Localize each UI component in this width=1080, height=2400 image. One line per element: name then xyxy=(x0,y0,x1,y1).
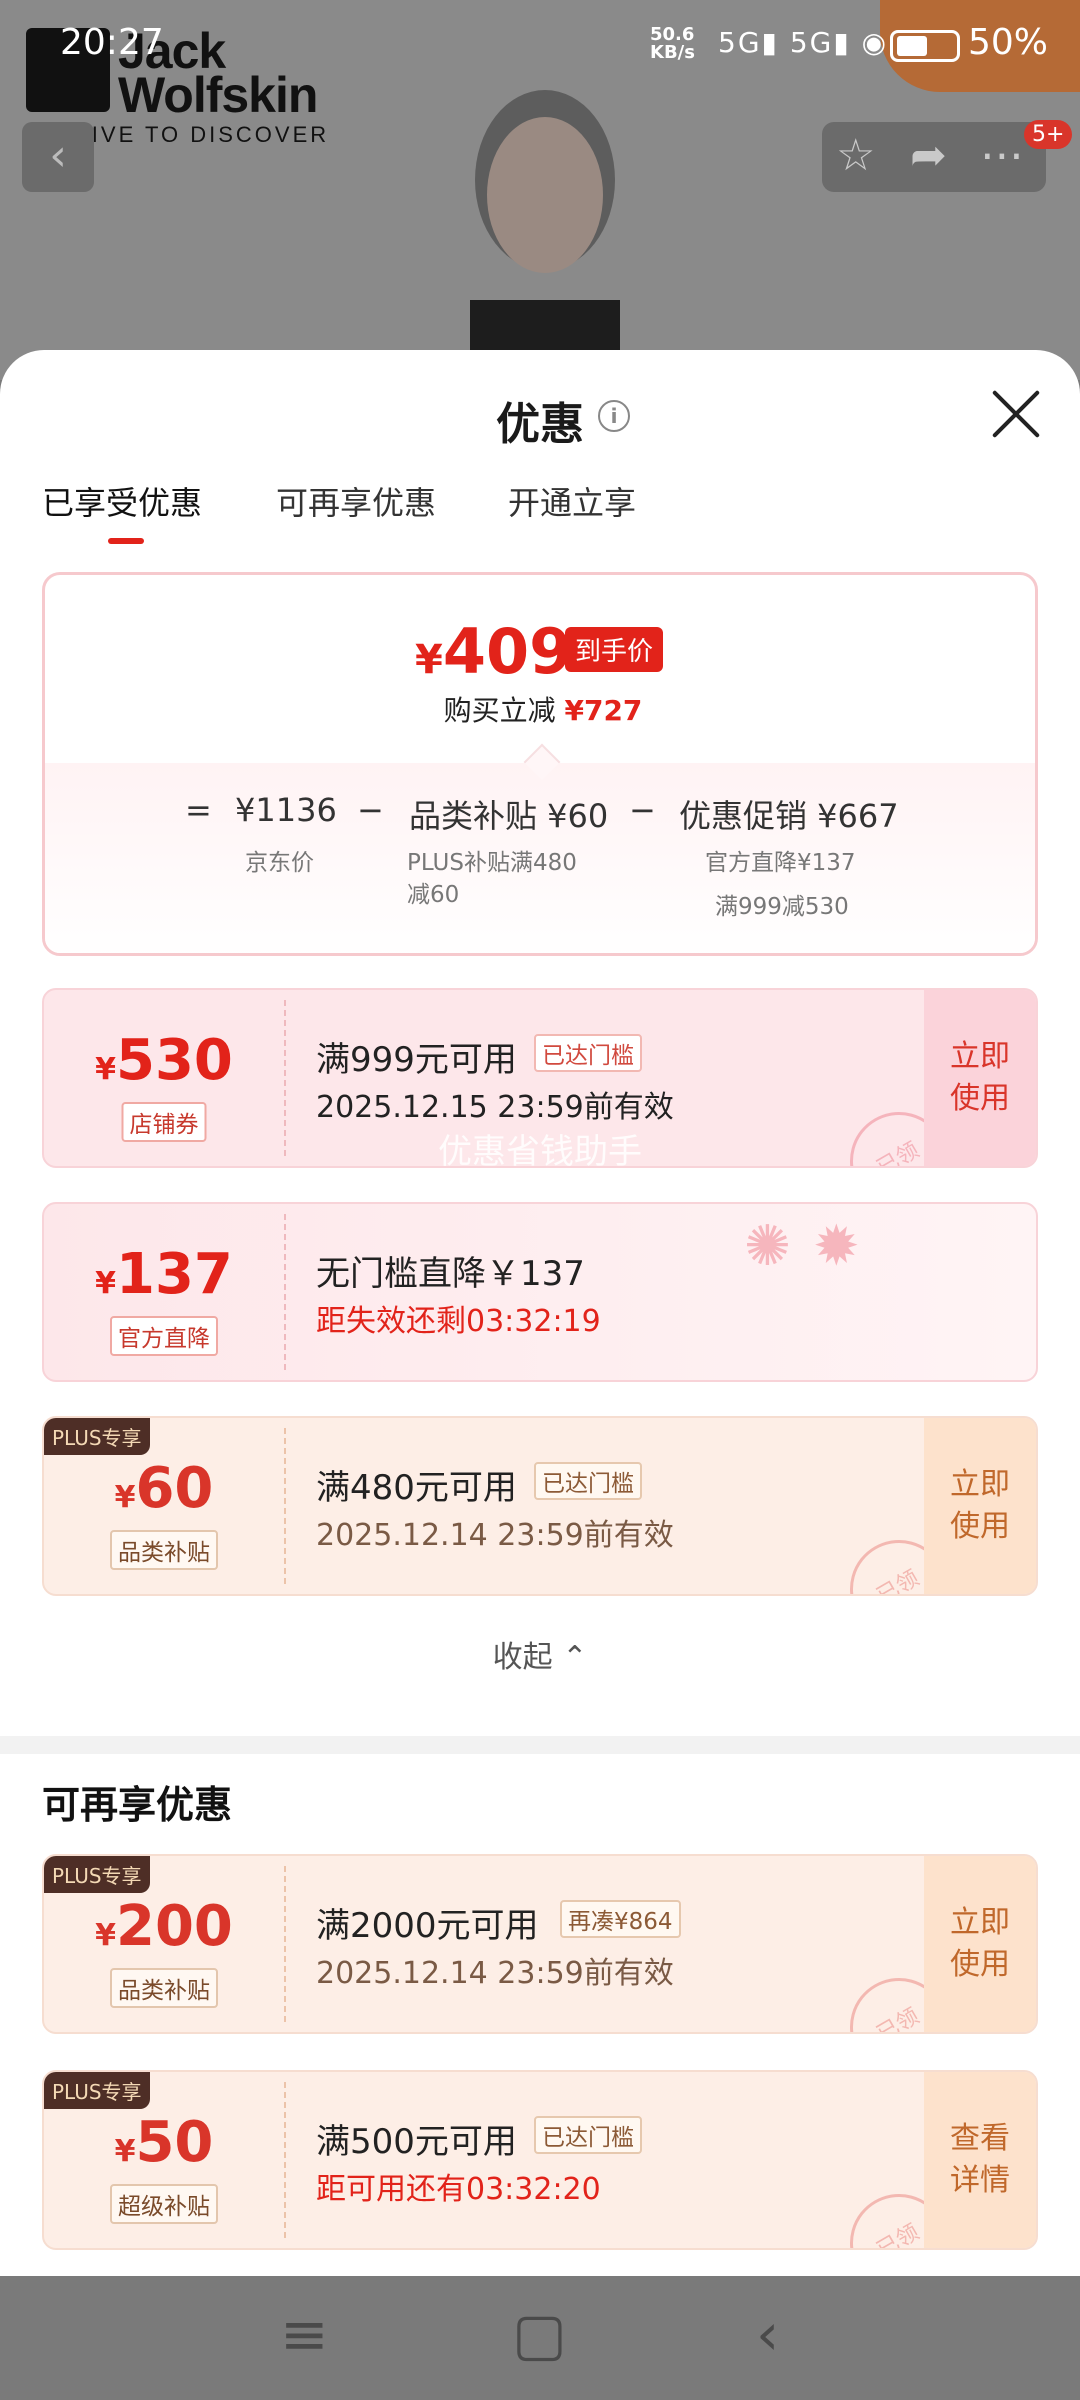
coupon-card: ¥200 品类补贴 PLUS专享 满2000元可用 再凑¥864 2025.12… xyxy=(42,1854,1038,2034)
coupon-title: 满2000元可用 xyxy=(316,1906,539,1946)
tab-enjoyed[interactable]: 已享受优惠 xyxy=(42,478,202,524)
plus-exclusive-tag: PLUS专享 xyxy=(44,1856,150,1893)
tab-more-discounts[interactable]: 可再享优惠 xyxy=(276,478,436,524)
coupon-type: 品类补贴 xyxy=(110,1968,218,2008)
label-category: PLUS补贴满480 减60 xyxy=(407,850,577,908)
label-promo-2: 满999减530 xyxy=(715,894,849,920)
chevron-left-icon: ‹ xyxy=(49,130,67,181)
tab-bar: 已享受优惠 可再享优惠 开通立享 xyxy=(0,478,1080,548)
coupon-title: 满480元可用 xyxy=(316,1468,517,1508)
back-icon[interactable]: ‹ xyxy=(756,2300,779,2368)
formula-promo: 优惠促销 ¥667 xyxy=(679,797,899,835)
coupon-threshold-badge: 已达门槛 xyxy=(534,1462,642,1500)
coupon-type: 品类补贴 xyxy=(110,1530,218,1570)
home-icon[interactable]: ▢ xyxy=(512,2300,567,2368)
share-icon[interactable]: ➦ xyxy=(910,130,947,181)
final-price: ¥409 xyxy=(415,615,573,688)
section-gap xyxy=(0,1736,1080,1754)
close-button[interactable] xyxy=(990,388,1042,440)
collapse-button[interactable]: 收起 ⌃ xyxy=(0,1632,1080,1676)
coupon-card: ¥50 超级补贴 PLUS专享 满500元可用 已达门槛 距可用还有03:32:… xyxy=(42,2070,1038,2250)
coupon-amount: ¥200 xyxy=(95,1894,233,1959)
coupon-title: 无门槛直降￥137 xyxy=(316,1254,585,1294)
clock: 20:27 xyxy=(60,22,164,63)
reduce-line: 购买立减 ¥727 xyxy=(443,694,643,727)
section-title-more-discounts: 可再享优惠 xyxy=(42,1783,233,1827)
coupon-card: ¥137 官方直降 ✺✹ 无门槛直降￥137 距失效还剩03:32:19 xyxy=(42,1202,1038,1382)
info-icon[interactable]: i xyxy=(598,400,630,432)
plus-exclusive-tag: PLUS专享 xyxy=(44,2072,150,2109)
watermark-text: 优惠省钱助手 xyxy=(438,1132,642,1172)
coupon-card: ¥60 品类补贴 PLUS专享 满480元可用 已达门槛 2025.12.14 … xyxy=(42,1416,1038,1596)
coupon-countdown: 距可用还有03:32:20 xyxy=(316,2172,601,2207)
coupon-validity: 2025.12.14 23:59前有效 xyxy=(316,1956,674,1991)
coupon-threshold-badge: 已达门槛 xyxy=(534,2116,642,2154)
tab-activate[interactable]: 开通立享 xyxy=(508,478,636,524)
coupon-amount: ¥137 xyxy=(95,1242,233,1307)
coupon-validity: 2025.12.14 23:59前有效 xyxy=(316,1518,674,1553)
label-promo-1: 官方直降¥137 xyxy=(705,850,856,876)
system-nav-bar: ≡ ▢ ‹ xyxy=(0,2276,1080,2400)
coupon-amount: ¥50 xyxy=(114,2110,214,2175)
final-price-tag: 到手价 xyxy=(565,627,664,672)
label-jd-price: 京东价 xyxy=(245,850,314,876)
product-model-image xyxy=(470,90,620,380)
discount-sheet: 优惠 i 已享受优惠 可再享优惠 开通立享 ¥409 到手价 购买立减 ¥727… xyxy=(0,350,1080,2276)
active-tab-indicator xyxy=(108,538,144,544)
use-now-button[interactable]: 立即 使用 xyxy=(924,1856,1036,2032)
formula-eq: = xyxy=(185,791,212,829)
coupon-type: 官方直降 xyxy=(110,1316,218,1356)
price-summary-card: ¥409 到手价 购买立减 ¥727 = ¥1136 − 品类补贴 ¥60 − … xyxy=(42,572,1038,956)
coupon-countdown: 距失效还剩03:32:19 xyxy=(316,1304,601,1339)
battery-icon xyxy=(890,30,960,62)
formula-minus-2: − xyxy=(629,791,656,829)
use-now-button[interactable]: 立即 使用 xyxy=(924,1418,1036,1594)
coupon-validity: 2025.12.15 23:59前有效 xyxy=(316,1090,674,1125)
status-bar: 20:27 50.6 KB/s 5G▮ 5G▮ ◉ 50% xyxy=(0,0,1080,90)
coupon-type: 超级补贴 xyxy=(110,2184,218,2224)
notification-badge: 5+ xyxy=(1024,120,1073,149)
back-button[interactable]: ‹ xyxy=(22,122,94,192)
coupon-title: 满999元可用 xyxy=(316,1040,517,1080)
coupon-amount: ¥530 xyxy=(95,1028,233,1093)
coupon-amount: ¥60 xyxy=(114,1456,214,1521)
star-icon[interactable]: ☆ xyxy=(836,130,875,181)
coupon-title: 满500元可用 xyxy=(316,2122,517,2162)
formula-category: 品类补贴 ¥60 xyxy=(409,797,609,835)
fireworks-decoration-icon: ✺✹ xyxy=(744,1214,882,1279)
net-speed: 50.6 KB/s xyxy=(650,24,695,63)
menu-icon[interactable]: ≡ xyxy=(280,2300,329,2368)
plus-exclusive-tag: PLUS专享 xyxy=(44,1418,150,1455)
coupon-gap-badge: 再凑¥864 xyxy=(560,1900,681,1938)
view-details-button[interactable]: 查看 详情 xyxy=(924,2072,1036,2248)
signal-icon: 5G▮ 5G▮ ◉ xyxy=(718,26,889,59)
sheet-title: 优惠 xyxy=(496,399,584,450)
header-action-bar: ☆ ➦ ⋯ xyxy=(822,122,1046,192)
formula-minus-1: − xyxy=(357,791,384,829)
more-icon[interactable]: ⋯ xyxy=(980,130,1024,181)
coupon-threshold-badge: 已达门槛 xyxy=(534,1034,642,1072)
battery-percent: 50% xyxy=(968,22,1049,63)
formula-jd-price: ¥1136 xyxy=(235,791,337,829)
